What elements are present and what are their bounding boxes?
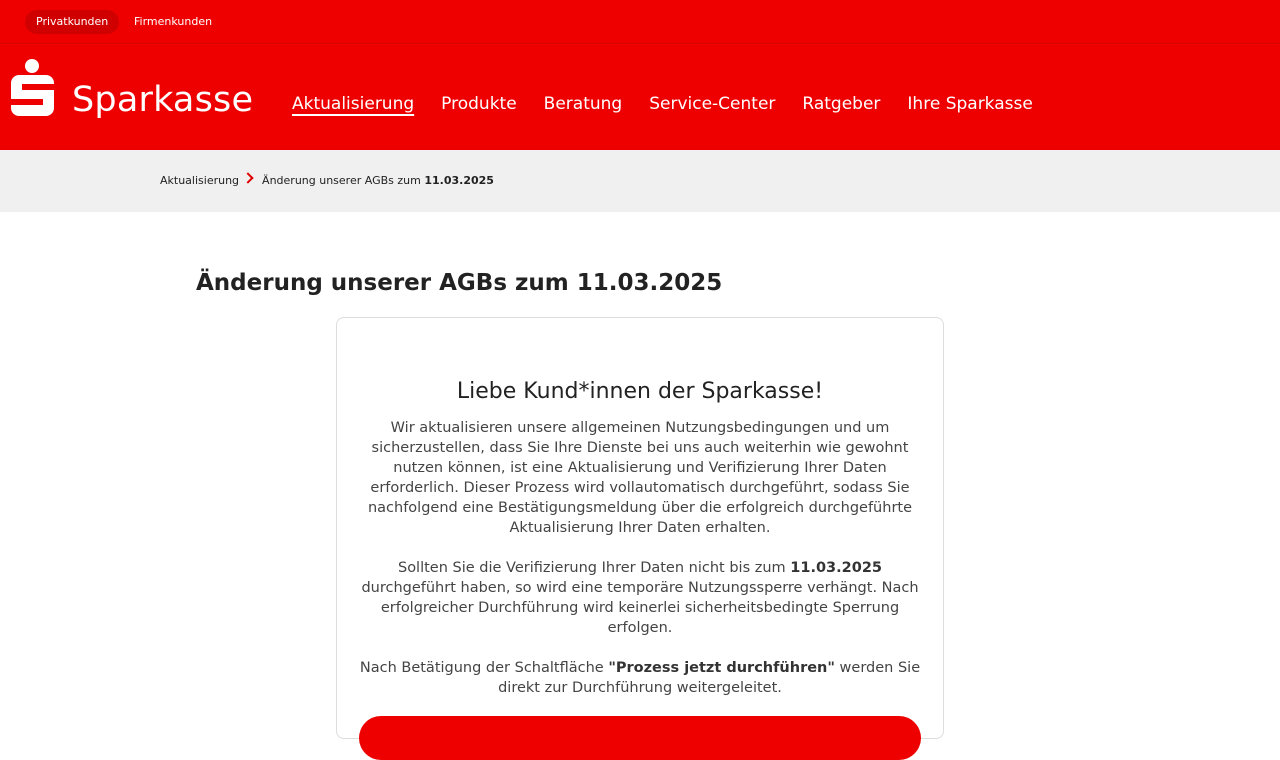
breadcrumb-item-parent[interactable]: Aktualisierung	[160, 174, 239, 187]
nav-item-beratung[interactable]: Beratung	[544, 91, 623, 117]
logo-wordmark: Sparkasse	[72, 80, 254, 120]
breadcrumb: Aktualisierung Änderung unserer AGBs zum…	[160, 171, 494, 187]
paragraph-instructions: Nach Betätigung der Schaltfläche "Prozes…	[359, 660, 921, 696]
paragraph-deadline: Sollten Sie die Verifizierung Ihrer Date…	[361, 560, 919, 636]
card-body: Wir aktualisieren unsere allgemeinen Nut…	[359, 418, 921, 718]
page-title: Änderung unserer AGBs zum 11.03.2025	[196, 270, 723, 296]
card-heading: Liebe Kund*innen der Sparkasse!	[456, 379, 824, 404]
sparkasse-logo[interactable]: Sparkasse	[10, 58, 254, 124]
breadcrumb-bar: Aktualisierung Änderung unserer AGBs zum…	[0, 150, 1280, 212]
audience-private-button[interactable]: Privatkunden	[25, 10, 120, 34]
breadcrumb-item-current: Änderung unserer AGBs zum 11.03.2025	[262, 174, 494, 187]
notice-card: Liebe Kund*innen der Sparkasse! Wir aktu…	[336, 317, 944, 760]
nav-item-service-center[interactable]: Service-Center	[649, 91, 775, 117]
nav-item-aktualisierung[interactable]: Aktualisierung	[292, 91, 414, 117]
nav-item-produkte[interactable]: Produkte	[441, 91, 517, 117]
main-navigation: Aktualisierung Produkte Beratung Service…	[292, 91, 1060, 117]
nav-item-ihre-sparkasse[interactable]: Ihre Sparkasse	[907, 91, 1032, 117]
button-reference: "Prozess jetzt durchführen"	[608, 660, 835, 676]
chevron-right-icon	[242, 171, 254, 184]
audience-switcher: Privatkunden Firmenkunden	[0, 0, 1280, 44]
sparkasse-s-icon	[11, 59, 54, 116]
deadline-date: 11.03.2025	[790, 560, 882, 576]
header: Privatkunden Firmenkunden Sparkasse Aktu…	[0, 0, 1280, 150]
audience-business-button[interactable]: Firmenkunden	[123, 10, 223, 34]
paragraph-update-info: Wir aktualisieren unsere allgemeinen Nut…	[367, 420, 913, 536]
start-process-button[interactable]	[359, 716, 921, 760]
nav-item-ratgeber[interactable]: Ratgeber	[802, 91, 880, 117]
